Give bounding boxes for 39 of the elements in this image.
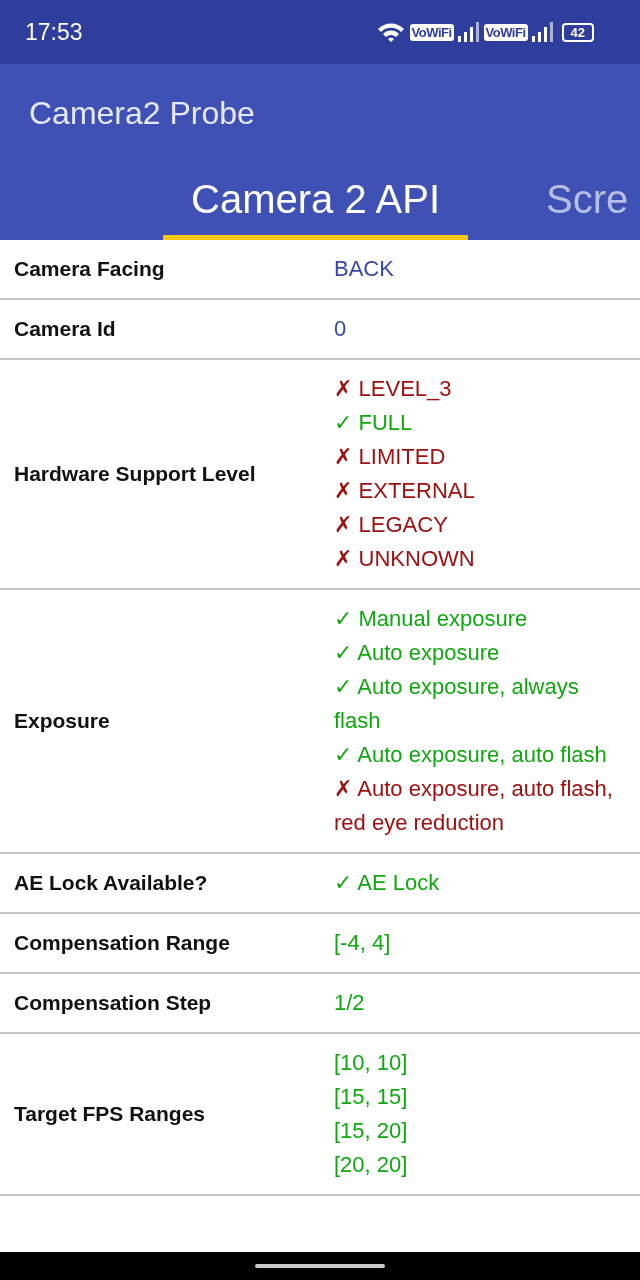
property-value: ✓ AE Lock — [334, 869, 440, 897]
signal-icon — [456, 21, 481, 43]
vowifi-badge: VoWiFi — [483, 23, 528, 41]
property-value: ✗ LIMITED — [334, 443, 446, 471]
property-value: ✓ Auto exposure — [334, 639, 500, 667]
property-value: 1/2 — [334, 989, 365, 1017]
property-value: ✗ Auto exposure, auto flash, red eye reduction — [334, 775, 614, 837]
property-label: Camera Facing — [13, 257, 166, 281]
signal-icon — [530, 21, 555, 43]
property-value: [20, 20] — [334, 1151, 408, 1179]
battery-indicator: 42 — [561, 22, 594, 42]
property-label: Exposure — [13, 709, 111, 733]
app-title: Camera2 Probe — [29, 95, 255, 132]
property-value: ✓ Auto exposure, always flash — [334, 673, 580, 735]
property-value: [15, 15] — [334, 1083, 408, 1111]
property-value: ✗ UNKNOWN — [334, 545, 475, 573]
vowifi-badge: VoWiFi — [409, 23, 454, 41]
property-value: ✗ LEVEL_3 — [334, 375, 452, 403]
property-label: AE Lock Available? — [13, 871, 209, 895]
property-label: Hardware Support Level — [13, 462, 257, 486]
property-label: Camera Id — [13, 317, 117, 341]
property-label: Compensation Step — [13, 991, 213, 1015]
property-value: ✓ Manual exposure — [334, 605, 528, 633]
tab[interactable]: Camera 2 API — [163, 163, 468, 240]
wifi-icon — [376, 21, 407, 43]
clock: 17:53 — [25, 18, 83, 46]
property-value: [15, 20] — [334, 1117, 408, 1145]
property-value: ✓ FULL — [334, 409, 413, 437]
property-value: ✗ LEGACY — [334, 511, 448, 539]
property-value: [-4, 4] — [334, 929, 391, 957]
property-label: Target FPS Ranges — [13, 1102, 206, 1126]
property-value: BACK — [334, 255, 394, 283]
property-value: ✓ Auto exposure, auto flash — [334, 741, 607, 769]
tab[interactable]: Scre — [518, 163, 640, 240]
property-label: Compensation Range — [13, 931, 231, 955]
property-value: 0 — [334, 315, 347, 343]
property-value: [10, 10] — [334, 1049, 408, 1077]
home-indicator[interactable] — [255, 1264, 385, 1268]
property-value: ✗ EXTERNAL — [334, 477, 475, 505]
